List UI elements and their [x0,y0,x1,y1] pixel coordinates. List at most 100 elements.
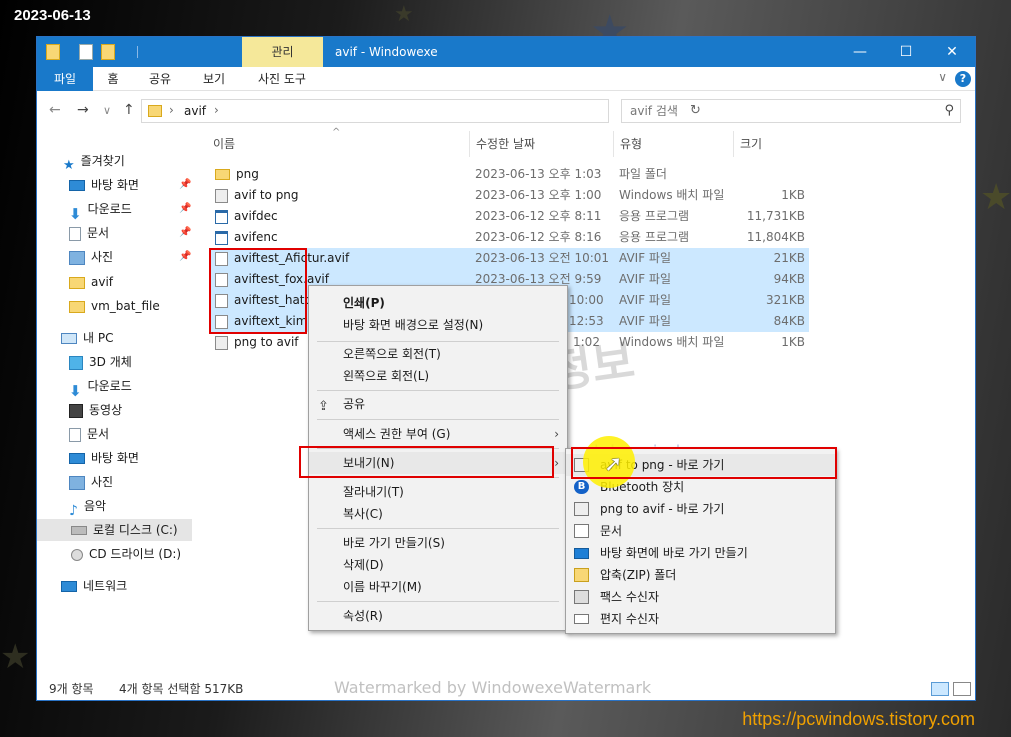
sidebar-item-desktop[interactable]: 바탕 화면 [69,174,139,196]
file-name: avif to png [234,188,299,202]
sidebar-item-downloads[interactable]: ⬇ 다운로드 [69,198,132,223]
navigation-bar: ← → ∨ ↑ › avif › ↻ ⚲ [37,91,975,131]
forward-button[interactable]: → [77,102,89,118]
back-button[interactable]: ← [49,102,61,118]
context-tab-manage[interactable]: 관리 [242,37,323,67]
file-name: avifenc [234,230,278,244]
file-date: 2023-06-13 오전 10:01 [475,251,610,265]
minimize-button[interactable]: — [837,37,883,67]
sidebar-item-vm-bat-file[interactable]: vm_bat_file [69,295,160,317]
maximize-button[interactable]: ☐ [883,37,929,67]
ribbon-tabs: 파일 홈 공유 보기 사진 도구 ∨ ? [37,67,975,91]
file-type: 파일 폴더 [619,167,667,181]
bluetooth-icon: B [574,480,589,494]
sidebar-item-pictures[interactable]: 사진 [69,246,113,268]
menu-item-rotate-right[interactable]: 오른쪽으로 회전(T) [309,343,567,365]
menu-item-set-wallpaper[interactable]: 바탕 화면 배경으로 설정(N) [309,314,567,336]
menu-item-delete[interactable]: 삭제(D) [309,554,567,576]
help-icon[interactable]: ? [955,71,971,87]
sidebar-item-downloads-pc[interactable]: ⬇ 다운로드 [69,375,132,400]
download-icon: ⬇ [69,381,82,400]
background-star-icon: ★ [0,637,31,677]
menu-item-copy[interactable]: 복사(C) [309,503,567,525]
menu-separator [317,390,559,391]
sendto-item-zip-folder[interactable]: 압축(ZIP) 폴더 [566,564,835,586]
tab-picture-tools[interactable]: 사진 도구 [247,67,317,91]
document-icon [69,427,81,442]
pin-icon[interactable]: 📌 [179,179,191,190]
file-type: Windows 배치 파일 [619,335,725,349]
drive-icon [71,526,87,535]
breadcrumb-separator: › [214,103,219,117]
large-icons-view-button[interactable] [953,682,971,696]
pin-icon[interactable]: 📌 [179,227,191,238]
share-icon: ⇪ [318,399,329,414]
quick-access-separator [137,46,138,58]
tab-file[interactable]: 파일 [37,67,93,91]
document-icon [69,226,81,241]
desktop-icon [574,548,589,559]
column-header-date[interactable]: 수정한 날짜 [469,131,613,157]
sidebar-item-documents-pc[interactable]: 문서 [69,423,109,445]
tab-home[interactable]: 홈 [95,67,131,91]
up-button[interactable]: ↑ [123,102,135,118]
file-row-avifdec[interactable]: avifdec 2023-06-12 오후 8:11 응용 프로그램 11,73… [209,206,809,227]
desktop-icon [69,453,85,464]
menu-separator [317,419,559,420]
sidebar-item-local-disk-c[interactable]: 로컬 디스크 (C:) [37,519,192,541]
ribbon-expand-icon[interactable]: ∨ [938,70,947,84]
menu-item-rename[interactable]: 이름 바꾸기(M) [309,576,567,598]
sendto-item-fax[interactable]: 팩스 수신자 [566,586,835,608]
sidebar-item-this-pc[interactable]: 내 PC [61,327,113,349]
address-bar[interactable]: › avif › ↻ [141,99,701,123]
pin-icon[interactable]: 📌 [179,251,191,262]
menu-item-properties[interactable]: 속성(R) [309,605,567,627]
file-type: AVIF 파일 [619,293,671,307]
breadcrumb-avif[interactable]: avif [184,104,206,118]
menu-item-give-access[interactable]: 액세스 권한 부여 (G) › [309,423,567,445]
sendto-item-documents[interactable]: 문서 [566,520,835,542]
menu-item-print[interactable]: 인쇄(P) [309,292,567,314]
pc-icon [61,333,77,344]
application-icon [215,209,228,224]
sendto-item-png-to-avif[interactable]: png to avif - 바로 가기 [566,498,835,520]
search-input[interactable] [622,100,922,122]
sidebar-item-3d-objects[interactable]: 3D 개체 [69,351,132,373]
sidebar-item-avif[interactable]: avif [69,271,113,293]
column-header-size[interactable]: 크기 [733,131,813,157]
search-icon[interactable]: ⚲ [944,103,954,118]
file-size: 321KB [765,293,805,307]
menu-item-share[interactable]: ⇪ 공유 [309,393,567,415]
tab-share[interactable]: 공유 [135,67,185,91]
menu-item-create-shortcut[interactable]: 바로 가기 만들기(S) [309,532,567,554]
sidebar-item-videos[interactable]: 동영상 [69,399,122,421]
menu-item-cut[interactable]: 잘라내기(T) [309,481,567,503]
column-header-type[interactable]: 유형 [613,131,733,157]
quick-access-folder-icon[interactable] [46,44,60,60]
sidebar-item-desktop-pc[interactable]: 바탕 화면 [69,447,139,469]
menu-item-rotate-left[interactable]: 왼쪽으로 회전(L) [309,365,567,387]
sidebar-item-cd-drive-d[interactable]: CD 드라이브 (D:) [71,543,181,565]
file-row-png[interactable]: png 2023-06-13 오후 1:03 파일 폴더 [209,164,809,185]
sendto-item-desktop-shortcut[interactable]: 바탕 화면에 바로 가기 만들기 [566,542,835,564]
breadcrumb-separator: › [169,103,174,117]
recent-locations-button[interactable]: ∨ [103,104,111,117]
tab-view[interactable]: 보기 [189,67,239,91]
sidebar-item-quick-access[interactable]: ★ 즐겨찾기 [63,150,125,173]
sidebar-item-network[interactable]: 네트워크 [61,575,127,597]
sidebar-item-pictures-pc[interactable]: 사진 [69,471,113,493]
file-row-avif-to-png[interactable]: avif to png 2023-06-13 오후 1:00 Windows 배… [209,185,809,206]
mail-icon [574,614,589,624]
quick-access-newfolder-icon[interactable] [101,44,115,60]
details-view-button[interactable] [931,682,949,696]
column-header-name[interactable]: 이름 [213,131,471,157]
menu-separator [317,528,559,529]
sidebar-item-music[interactable]: ♪ 음악 [69,495,106,519]
quick-access-properties-icon[interactable] [79,44,93,60]
close-button[interactable]: ✕ [929,37,975,67]
file-row-avifenc[interactable]: avifenc 2023-06-12 오후 8:16 응용 프로그램 11,80… [209,227,809,248]
sendto-item-mail[interactable]: 편지 수신자 [566,608,835,630]
pin-icon[interactable]: 📌 [179,203,191,214]
sidebar-item-documents[interactable]: 문서 [69,222,109,244]
status-selection: 4개 항목 선택함 517KB [119,682,244,696]
